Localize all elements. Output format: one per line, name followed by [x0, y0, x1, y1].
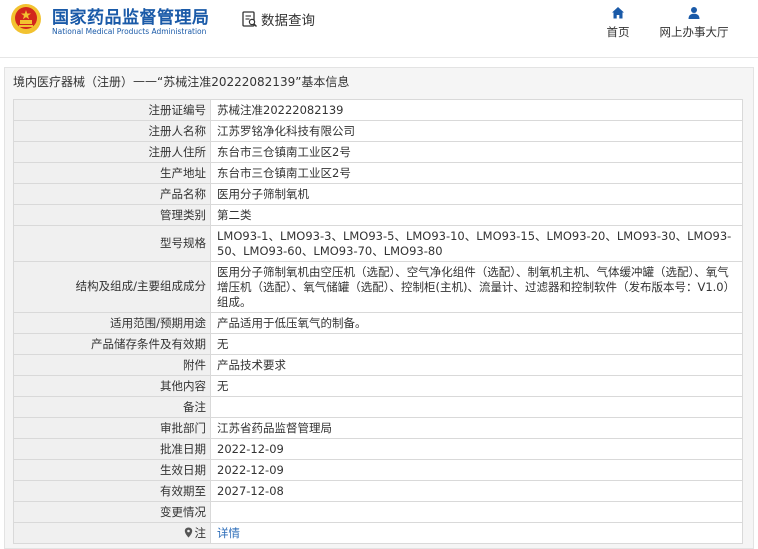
site-header: 国家药品监督管理局 National Medical Products Admi…	[0, 0, 758, 58]
field-value: 东台市三仓镇南工业区2号	[211, 163, 743, 183]
field-value: 苏械注准20222082139	[211, 100, 743, 120]
table-row: 产品储存条件及有效期无	[13, 334, 743, 355]
table-row: 注册人住所 东台市三仓镇南工业区2号	[13, 142, 743, 163]
field-label: 生产地址	[13, 163, 211, 183]
field-label: 附件	[13, 355, 211, 375]
breadcrumb-record-title: “苏械注准20222082139”基本信息	[157, 74, 350, 89]
field-label: 批准日期	[13, 439, 211, 459]
field-label: 变更情况	[13, 502, 211, 522]
table-row: 适用范围/预期用途 产品适用于低压氧气的制备。	[13, 313, 743, 334]
field-label: 适用范围/预期用途	[13, 313, 211, 333]
field-label: 管理类别	[13, 205, 211, 225]
table-row: 变更情况	[13, 502, 743, 523]
note-label: 注	[194, 526, 207, 540]
field-value: 2022-12-09	[211, 439, 743, 459]
field-value: 东台市三仓镇南工业区2号	[211, 142, 743, 162]
field-value	[211, 502, 743, 522]
field-value: 无	[211, 334, 743, 354]
detail-table: 注册证编号 苏械注准20222082139 注册人名称 江苏罗铭净化科技有限公司 注…	[13, 99, 743, 544]
data-query-link[interactable]: 数据查询	[242, 9, 315, 29]
breadcrumb-category[interactable]: 境内医疗器械（注册）	[13, 73, 133, 90]
field-value: 2022-12-09	[211, 460, 743, 480]
field-label: 备注	[13, 397, 211, 417]
field-label: 注册人住所	[13, 142, 211, 162]
field-label: 注册人名称	[13, 121, 211, 141]
table-row: 附件 产品技术要求	[13, 355, 743, 376]
field-value: 医用分子筛制氧机	[211, 184, 743, 204]
location-pin-icon	[184, 527, 192, 538]
field-value: 第二类	[211, 205, 743, 225]
nav-home[interactable]: 首页	[604, 6, 632, 40]
nav-online-hall[interactable]: 网上办事大厅	[656, 6, 732, 40]
field-label: 结构及组成/主要组成成分	[13, 262, 211, 312]
field-value	[211, 397, 743, 417]
table-row-note: 注 详情	[13, 523, 743, 544]
breadcrumb-separator: ——	[133, 74, 158, 88]
field-value: 产品技术要求	[211, 355, 743, 375]
field-label: 型号规格	[13, 226, 211, 261]
table-row: 生效日期 2022-12-09	[13, 460, 743, 481]
field-value: 江苏省药品监督管理局	[211, 418, 743, 438]
table-row: 注册人名称 江苏罗铭净化科技有限公司	[13, 121, 743, 142]
table-row: 结构及组成/主要组成成分 医用分子筛制氧机由空压机（选配）、空气净化组件（选配）、…	[13, 262, 743, 313]
field-label: 审批部门	[13, 418, 211, 438]
details-link[interactable]: 详情	[217, 526, 240, 540]
table-row: 管理类别 第二类	[13, 205, 743, 226]
note-value-cell: 详情	[211, 523, 743, 543]
field-label: 产品名称	[13, 184, 211, 204]
table-row: 有效期至 2027-12-08	[13, 481, 743, 502]
table-row: 生产地址 东台市三仓镇南工业区2号	[13, 163, 743, 184]
field-value: 江苏罗铭净化科技有限公司	[211, 121, 743, 141]
national-emblem-icon[interactable]	[10, 3, 42, 35]
field-label: 生效日期	[13, 460, 211, 480]
field-label: 有效期至	[13, 481, 211, 501]
nav-online-hall-label: 网上办事大厅	[659, 25, 729, 39]
table-row: 型号规格 LMO93-1、LMO93-3、LMO93-5、LMO93-10、LMO…	[13, 226, 743, 262]
field-value: LMO93-1、LMO93-3、LMO93-5、LMO93-10、LMO93-1…	[211, 226, 743, 261]
site-subtitle: National Medical Products Administration	[52, 27, 207, 36]
note-label-cell: 注	[13, 523, 211, 543]
search-document-icon	[242, 10, 257, 27]
table-row: 其他内容无	[13, 376, 743, 397]
field-label: 产品储存条件及有效期	[13, 334, 211, 354]
field-value: 2027-12-08	[211, 481, 743, 501]
nav-home-label: 首页	[606, 25, 630, 39]
field-label: 注册证编号	[13, 100, 211, 120]
table-row: 产品名称 医用分子筛制氧机	[13, 184, 743, 205]
field-value: 医用分子筛制氧机由空压机（选配）、空气净化组件（选配）、制氧机主机、气体缓冲罐（…	[211, 262, 743, 312]
site-title[interactable]: 国家药品监督管理局	[52, 3, 210, 28]
table-row: 注册证编号 苏械注准20222082139	[13, 100, 743, 121]
field-value: 产品适用于低压氧气的制备。	[211, 313, 743, 333]
table-row: 备注	[13, 397, 743, 418]
table-row: 审批部门 江苏省药品监督管理局	[13, 418, 743, 439]
home-icon	[612, 7, 624, 19]
user-icon	[688, 7, 700, 19]
breadcrumb: 境内医疗器械（注册） —— “苏械注准20222082139”基本信息	[5, 68, 753, 94]
table-row: 批准日期 2022-12-09	[13, 439, 743, 460]
field-value: 无	[211, 376, 743, 396]
data-query-label: 数据查询	[261, 13, 315, 29]
field-label: 其他内容	[13, 376, 211, 396]
